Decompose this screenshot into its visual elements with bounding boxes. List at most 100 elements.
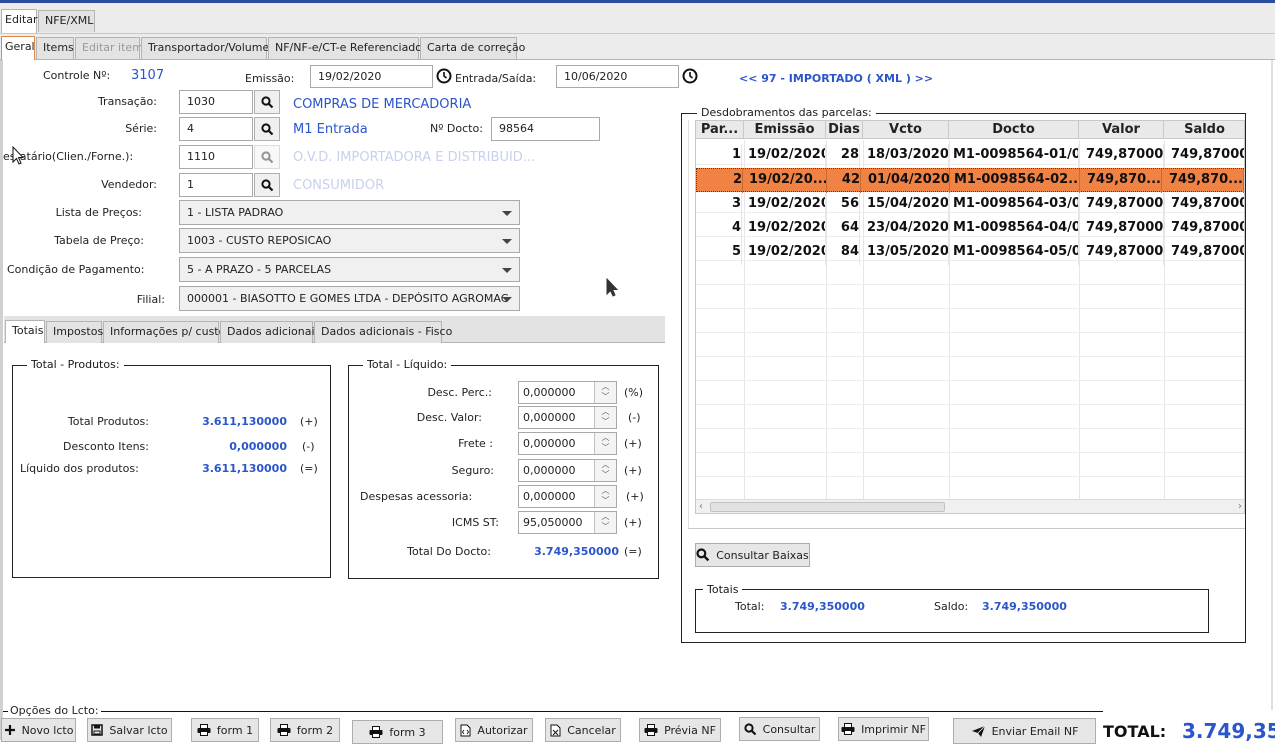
search-serie-button[interactable] [254,117,280,141]
scroll-right-icon[interactable]: › [1238,501,1242,512]
col-header-parcela[interactable]: Par... [696,121,744,139]
scrollbar-thumb[interactable] [710,502,945,512]
previa-nf-button[interactable]: Prévia NF [639,718,721,742]
autorizar-button[interactable]: Autorizar [455,718,533,742]
printer-icon [369,726,383,738]
form1-button[interactable]: form 1 [191,718,259,742]
novo-lcto-label: Novo lcto [21,723,74,737]
spinner-arrows-icon[interactable]: ︿ ﹀ [594,382,616,403]
search-destinatario-button [254,145,280,169]
condicao-pagamento-select[interactable]: 5 - A PRAZO - 5 PARCELAS [179,257,520,282]
seguro-stepper[interactable]: 0,000000 ︿ ﹀ [518,459,617,482]
tab-carta-correcao[interactable]: Carta de correção [420,37,525,59]
spinner-arrows-icon[interactable]: ︿ ﹀ [594,433,616,454]
form3-button[interactable]: form 3 [352,720,443,744]
consultar-baixas-button[interactable]: Consultar Baixas [695,543,810,567]
parcelas-title: Desdobramentos das parcelas: [697,106,876,119]
enviar-email-nf-button[interactable]: Enviar Email NF [953,718,1096,744]
cell-emissao: 19/02/2020 [748,217,826,241]
cell-valor: 749,870000 [1086,193,1164,217]
cell-docto: M1-0098564-02... [954,169,1080,193]
col-header-docto[interactable]: Docto [949,121,1079,139]
frete-stepper[interactable]: 0,000000 ︿ ﹀ [518,432,617,455]
spinner-arrows-icon[interactable]: ︿ ﹀ [594,460,616,481]
spinner-arrows-icon[interactable]: ︿ ﹀ [594,407,616,428]
seguro-label: Seguro: [451,464,494,477]
cancelar-label: Cancelar [567,723,616,737]
tab-nf-referenciados[interactable]: NF/NF-e/CT-e Referenciados [268,37,428,59]
opcoes-label: Opções do Lcto: [8,704,101,717]
col-header-vcto[interactable]: Vcto [863,121,949,139]
form-tab-bar: Geral Items Editar item Transportador/Vo… [0,34,1275,60]
grid-line [696,356,1244,357]
search-transacao-button[interactable] [254,90,280,114]
cell-docto: M1-0098564-04/05 [953,217,1079,241]
filial-label: Filial: [136,293,165,306]
desc-perc-stepper[interactable]: 0,000000 ︿ ﹀ [518,381,617,404]
novo-lcto-button[interactable]: Novo lcto [1,718,76,742]
tab-transportador-volumes[interactable]: Transportador/Volumes [141,37,275,59]
cell-valor: 749,870000 [1086,217,1164,241]
vendedor-input[interactable]: 1 [179,173,253,197]
filial-select[interactable]: 000001 - BIASOTTO E GOMES LTDA - DEPÓSIT… [179,286,520,311]
tabela-preco-select[interactable]: 1003 - CUSTO REPOSICAO [179,228,520,253]
search-vendedor-button[interactable] [254,173,280,197]
tab-geral[interactable]: Geral [1,36,35,60]
filial-value: 000001 - BIASOTTO E GOMES LTDA - DEPÓSIT… [187,292,509,305]
serie-input[interactable]: 4 [179,117,253,141]
docto-input[interactable]: 98564 [491,117,600,141]
salvar-lcto-button[interactable]: Salvar lcto [87,718,172,742]
subtab-informacoes-custo[interactable]: Informações p/ custo [103,321,225,343]
icms-st-stepper[interactable]: 95,050000 ︿ ﹀ [518,511,617,534]
total-liquido-title: Total - Líquido: [363,358,452,371]
scroll-left-icon[interactable]: ‹ [699,501,703,512]
subtab-dados-adicionais[interactable]: Dados adicionais [220,321,320,343]
spinner-arrows-icon[interactable]: ︿ ﹀ [594,486,616,507]
lista-precos-select[interactable]: 1 - LISTA PADRAO [179,200,520,225]
total-produtos-title: Total - Produtos: [27,358,124,371]
horizontal-scrollbar[interactable]: ‹ › [696,499,1244,513]
col-header-valor[interactable]: Valor [1079,121,1164,139]
cell-saldo: 749,870000 [1171,241,1244,265]
grid-divider [1164,140,1165,500]
consultar-button[interactable]: Consultar [739,717,820,741]
subtab-dados-adicionais-fisco[interactable]: Dados adicionais - Fisco [314,321,452,343]
desc-valor-stepper[interactable]: 0,000000 ︿ ﹀ [518,406,617,429]
emissao-input[interactable]: 19/02/2020 [310,65,433,88]
cell-emissao: 19/02/20... [749,169,827,193]
imprimir-nf-button[interactable]: Imprimir NF [838,717,929,741]
col-header-saldo[interactable]: Saldo [1164,121,1244,139]
search-icon [260,95,273,108]
top-tab-bar: Editar NFE/XML [0,3,1275,34]
grid-line [696,452,1244,453]
entrada-input[interactable]: 10/06/2020 [556,65,679,88]
seguro-value: 0,000000 [523,464,576,477]
tab-editar[interactable]: Editar [1,9,38,33]
cell-valor: 749,870... [1080,169,1162,193]
col-header-dias[interactable]: Dias [826,121,863,139]
clock-icon[interactable] [682,68,698,87]
tab-nfe-xml[interactable]: NFE/XML [38,10,95,32]
form2-button[interactable]: form 2 [270,718,340,742]
cell-vcto: 18/03/2020 [867,144,949,168]
serie-desc: M1 Entrada [293,122,368,137]
cancelar-button[interactable]: Cancelar [545,718,621,742]
grid-line [696,308,1244,309]
form3-label: form 3 [389,725,426,739]
entrada-label: Entrada/Saída: [455,72,537,85]
subtab-impostos[interactable]: Impostos [46,321,103,343]
destinatario-input[interactable]: 1110 [179,145,253,169]
subtab-totais[interactable]: Totais [5,320,45,343]
table-row-selected[interactable]: 2 19/02/20... 42 01/04/2020 M1-0098564-0… [696,168,1244,193]
document-code-icon [460,724,471,737]
spinner-arrows-icon[interactable]: ︿ ﹀ [594,512,616,533]
transacao-input[interactable]: 1030 [179,90,253,114]
cell-parcela: 1 [696,144,742,168]
icms-st-sign: (+) [624,516,642,529]
parcelas-grid[interactable]: Par... Emissão Dias Vcto Docto Valor Sal… [695,120,1245,514]
despesas-stepper[interactable]: 0,000000 ︿ ﹀ [518,485,617,508]
cell-parcela: 2 [697,169,743,193]
tab-items[interactable]: Items [36,37,74,59]
col-header-emissao[interactable]: Emissão [744,121,826,139]
clock-icon[interactable] [436,68,452,87]
